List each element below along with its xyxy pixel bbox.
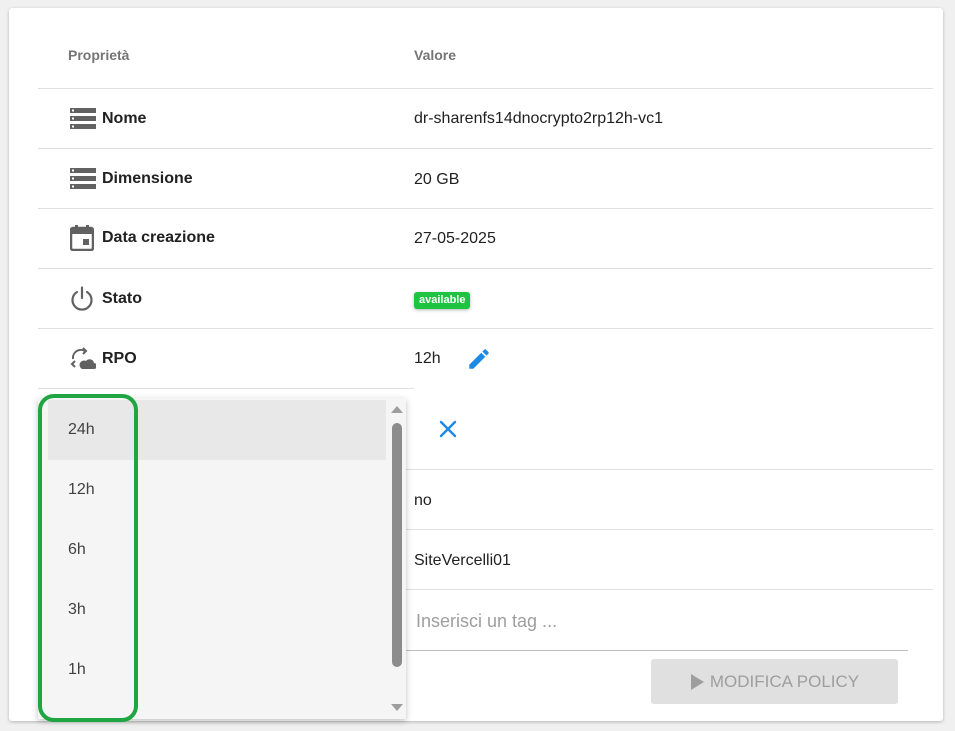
divider [38, 88, 933, 89]
tag-input-underline [406, 650, 908, 651]
storage-icon [70, 106, 96, 132]
close-icon [439, 420, 457, 438]
row-label: Nome [102, 110, 147, 127]
row-label: RPO [102, 350, 137, 367]
play-icon [690, 673, 704, 690]
divider [38, 328, 933, 329]
row-rpo-value: 12h [414, 350, 441, 367]
row-stato-label: Stato [70, 286, 142, 312]
row-label: Dimensione [102, 170, 193, 187]
edit-rpo-button[interactable] [466, 346, 492, 372]
tag-input[interactable] [414, 605, 908, 637]
divider [38, 148, 933, 149]
row-label: Stato [102, 290, 142, 307]
row-value: no [414, 492, 432, 509]
calendar-icon [70, 225, 96, 251]
divider [38, 208, 933, 209]
modify-policy-label: MODIFICA POLICY [709, 671, 860, 691]
header-property: Proprietà [68, 47, 130, 63]
divider [406, 529, 933, 530]
row-nome-label: Nome [70, 106, 146, 132]
row-data-creazione-label: Data creazione [70, 225, 215, 251]
row-dimensione-label: Dimensione [70, 166, 193, 192]
row-nome-value: dr-sharenfs14dnocrypto2rp12h-vc1 [414, 110, 664, 127]
row-data-creazione-value: 27-05-2025 [414, 230, 496, 247]
row-label: Data creazione [102, 229, 215, 246]
rpo-option[interactable]: 1h [48, 640, 386, 700]
row-dimensione-value: 20 GB [414, 171, 460, 188]
scroll-down-arrow-icon[interactable] [391, 704, 403, 711]
row-rpo-label: RPO [70, 346, 137, 372]
scroll-up-arrow-icon[interactable] [391, 406, 403, 413]
cloud-sync-icon [70, 346, 96, 372]
divider [406, 589, 933, 590]
rpo-option[interactable]: 6h [48, 520, 386, 580]
power-icon [70, 286, 96, 312]
rpo-option[interactable]: 24h [48, 400, 386, 460]
row-value: SiteVercelli01 [414, 552, 511, 569]
header-value: Valore [414, 47, 457, 63]
rpo-option[interactable]: 3h [48, 580, 386, 640]
status-badge: available [414, 292, 471, 309]
divider [38, 268, 933, 269]
cancel-edit-button[interactable] [436, 417, 460, 441]
storage-icon [70, 166, 96, 192]
rpo-option[interactable]: 12h [48, 460, 386, 520]
pencil-icon [469, 349, 489, 369]
scrollbar-thumb[interactable] [392, 423, 402, 667]
divider [406, 469, 933, 470]
divider [38, 388, 414, 389]
rpo-dropdown-menu[interactable]: 24h 12h 6h 3h 1h [38, 398, 406, 719]
modify-policy-button[interactable]: MODIFICA POLICY [651, 659, 898, 704]
